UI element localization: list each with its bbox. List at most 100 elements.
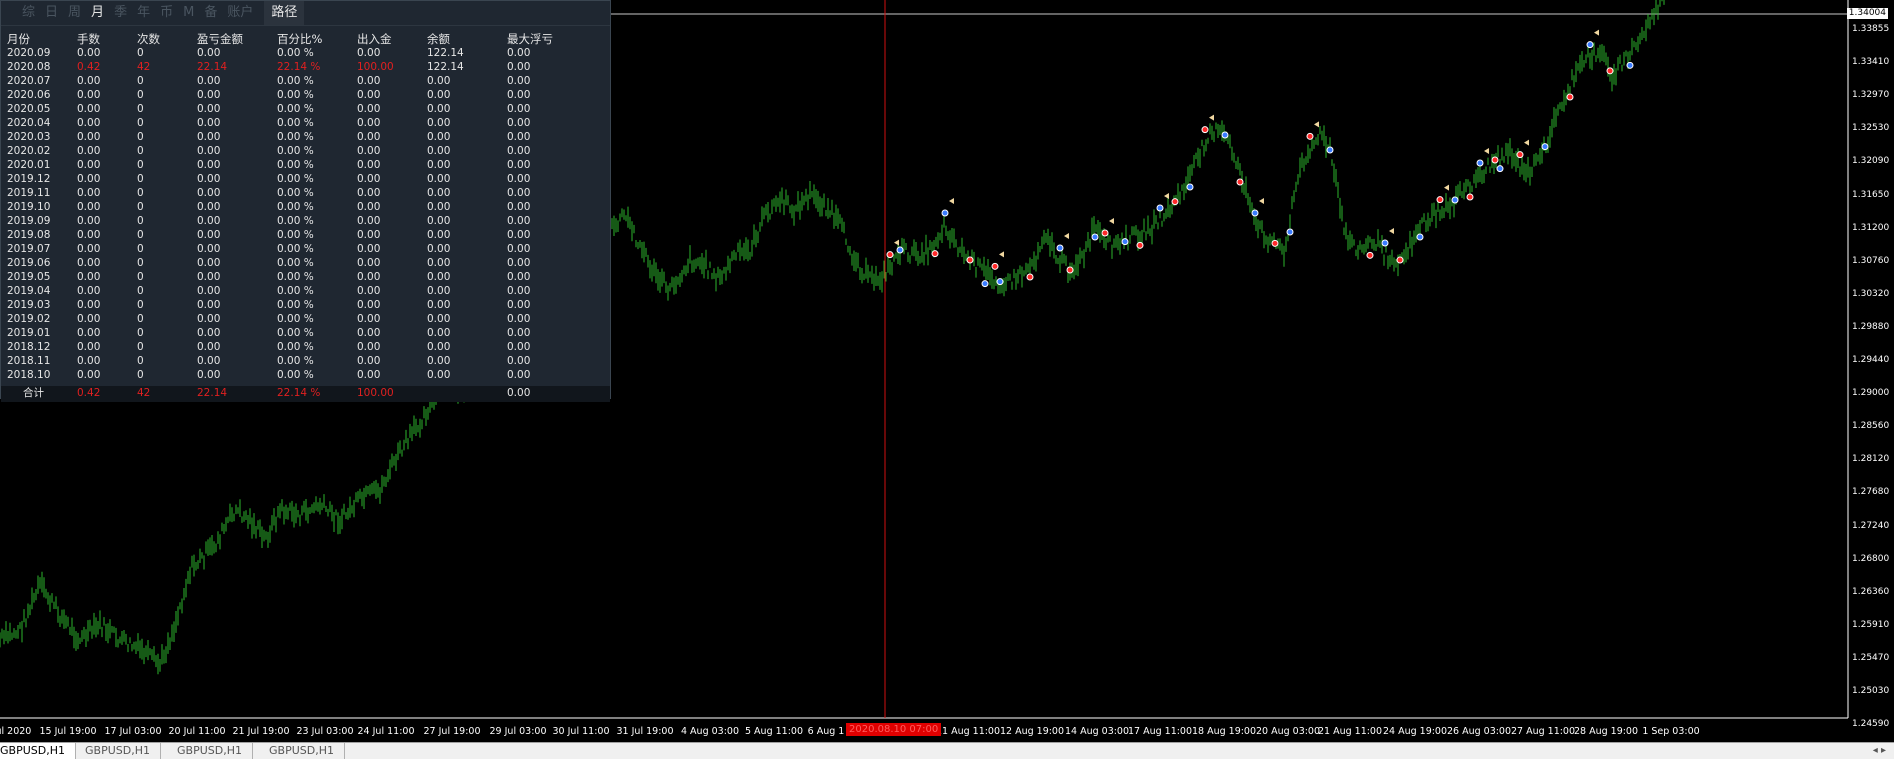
cell: 0.00 <box>357 215 381 227</box>
tab-scroll-arrows[interactable]: ◂ ▸ <box>1873 743 1886 759</box>
trade-marker <box>1626 61 1634 69</box>
time-tick-label: 20 Jul 11:00 <box>168 726 226 737</box>
stats-tab-2[interactable]: 周 <box>63 1 86 25</box>
table-row: 2020.05 0.00 0 0.00 0.00 % 0.00 0.00 0.00 <box>1 102 610 116</box>
chart-tab-2[interactable]: GBPUSD,H1 <box>167 743 253 759</box>
trade-marker <box>981 280 989 288</box>
time-tick-label: 29 Jul 03:00 <box>489 726 547 737</box>
trade-marker <box>1516 151 1524 159</box>
cell: 0.00 <box>507 313 531 325</box>
cell: 2019.04 <box>7 285 51 297</box>
cell: 0.00 <box>427 159 451 171</box>
stats-tab-4[interactable]: 季 <box>109 1 132 25</box>
trade-marker <box>1121 238 1129 246</box>
price-tick-label: 1.30760 <box>1852 255 1890 266</box>
cell: 0.00 <box>507 173 531 185</box>
chart-tab-0[interactable]: GBPUSD,H1 <box>0 743 76 759</box>
path-button[interactable]: 路径 <box>264 1 305 25</box>
trade-marker <box>1271 239 1279 247</box>
cell: 0 <box>137 341 144 353</box>
cell: 0.00 <box>357 299 381 311</box>
cell: 0.00 <box>507 187 531 199</box>
cell: 0.00 <box>77 117 101 129</box>
cell: 0.00 % <box>277 131 314 143</box>
trade-arrow <box>1259 198 1264 204</box>
cell: 0 <box>137 89 144 101</box>
cell: 0.00 <box>427 327 451 339</box>
cell: 100.00 <box>357 387 394 399</box>
cell: 0 <box>137 103 144 115</box>
table-row: 2020.09 0.00 0 0.00 0.00 % 0.00 122.14 0.00 <box>1 46 610 60</box>
trade-arrow <box>1064 233 1069 239</box>
cell: 0.00 <box>427 89 451 101</box>
stats-tab-5[interactable]: 年 <box>132 1 155 25</box>
cell: 2020.07 <box>7 75 51 87</box>
cell: 0.00 <box>357 159 381 171</box>
cell: 0 <box>137 201 144 213</box>
cell: 0.00 % <box>277 313 314 325</box>
price-tick-label: 1.33410 <box>1852 57 1890 68</box>
cell: 余额 <box>427 32 450 46</box>
cell: 0.00 <box>357 257 381 269</box>
trade-marker <box>886 251 894 259</box>
trade-arrow <box>1314 121 1319 128</box>
stats-tab-9[interactable]: 账户 <box>222 1 258 25</box>
trade-arrow <box>1389 228 1394 234</box>
stats-tab-8[interactable]: 备 <box>199 1 222 25</box>
cell: 0.00 <box>77 159 101 171</box>
stats-tab-1[interactable]: 日 <box>40 1 63 25</box>
trade-marker <box>1136 241 1144 249</box>
cell: 0.00 <box>507 229 531 241</box>
cell: 0.00 <box>507 257 531 269</box>
stats-tab-3[interactable]: 月 <box>86 1 109 25</box>
cell: 22.14 <box>197 387 228 399</box>
cell: 0.00 <box>77 299 101 311</box>
trade-marker <box>1396 256 1404 264</box>
table-row: 2020.07 0.00 0 0.00 0.00 % 0.00 0.00 0.00 <box>1 74 610 88</box>
cell: 2019.03 <box>7 299 51 311</box>
price-tick-label: 1.33855 <box>1852 24 1890 34</box>
cell: 0.00 <box>197 299 221 311</box>
cell: 0.00 <box>507 271 531 283</box>
time-tick-label: Jul 2020 <box>0 726 32 737</box>
cell: 0.00 <box>357 145 381 157</box>
cell: 0.00 <box>507 341 531 353</box>
trade-marker <box>1566 93 1574 101</box>
time-tick-label: 15 Jul 19:00 <box>39 726 97 737</box>
chart-tab-3[interactable]: GBPUSD,H1 <box>259 743 345 759</box>
trade-marker <box>1416 233 1424 241</box>
price-tick-label: 1.27680 <box>1852 487 1890 498</box>
cell: 0.00 <box>77 257 101 269</box>
cell: 2020.09 <box>7 47 51 59</box>
cell: 0.00 % <box>277 257 314 269</box>
cell: 0.00 <box>427 313 451 325</box>
cell: 2019.06 <box>7 257 51 269</box>
chart-tab-1[interactable]: GBPUSD,H1 <box>75 743 161 759</box>
cell: 0.00 <box>427 215 451 227</box>
stats-tab-6[interactable]: 币 <box>155 1 178 25</box>
cell: 0.00 <box>197 271 221 283</box>
time-tick-label: 18 Aug 19:00 <box>1191 726 1257 737</box>
cell: 0.00 <box>197 131 221 143</box>
table-row: 2019.11 0.00 0 0.00 0.00 % 0.00 0.00 0.00 <box>1 186 610 200</box>
cell: 0.00 % <box>277 341 314 353</box>
cell: 0.00 <box>77 327 101 339</box>
trade-arrow <box>1209 114 1214 121</box>
time-tick-label: 27 Jul 19:00 <box>423 726 481 737</box>
cell: 2019.02 <box>7 313 51 325</box>
cell: 出入金 <box>357 32 392 46</box>
cell: 0.00 <box>357 201 381 213</box>
trade-marker <box>1026 273 1034 281</box>
cell: 0.00 <box>507 215 531 227</box>
stats-tab-0[interactable]: 综 <box>17 1 40 25</box>
cell: 0.00 <box>507 117 531 129</box>
cell: 0 <box>137 173 144 185</box>
trade-marker <box>991 262 999 270</box>
table-row: 2019.06 0.00 0 0.00 0.00 % 0.00 0.00 0.00 <box>1 256 610 270</box>
table-row: 2019.08 0.00 0 0.00 0.00 % 0.00 0.00 0.00 <box>1 228 610 242</box>
cell: 0.00 <box>197 187 221 199</box>
table-row: 2019.02 0.00 0 0.00 0.00 % 0.00 0.00 0.00 <box>1 312 610 326</box>
table-row: 2020.04 0.00 0 0.00 0.00 % 0.00 0.00 0.00 <box>1 116 610 130</box>
cell: 0.00 % <box>277 145 314 157</box>
stats-tab-7[interactable]: M <box>178 1 199 25</box>
